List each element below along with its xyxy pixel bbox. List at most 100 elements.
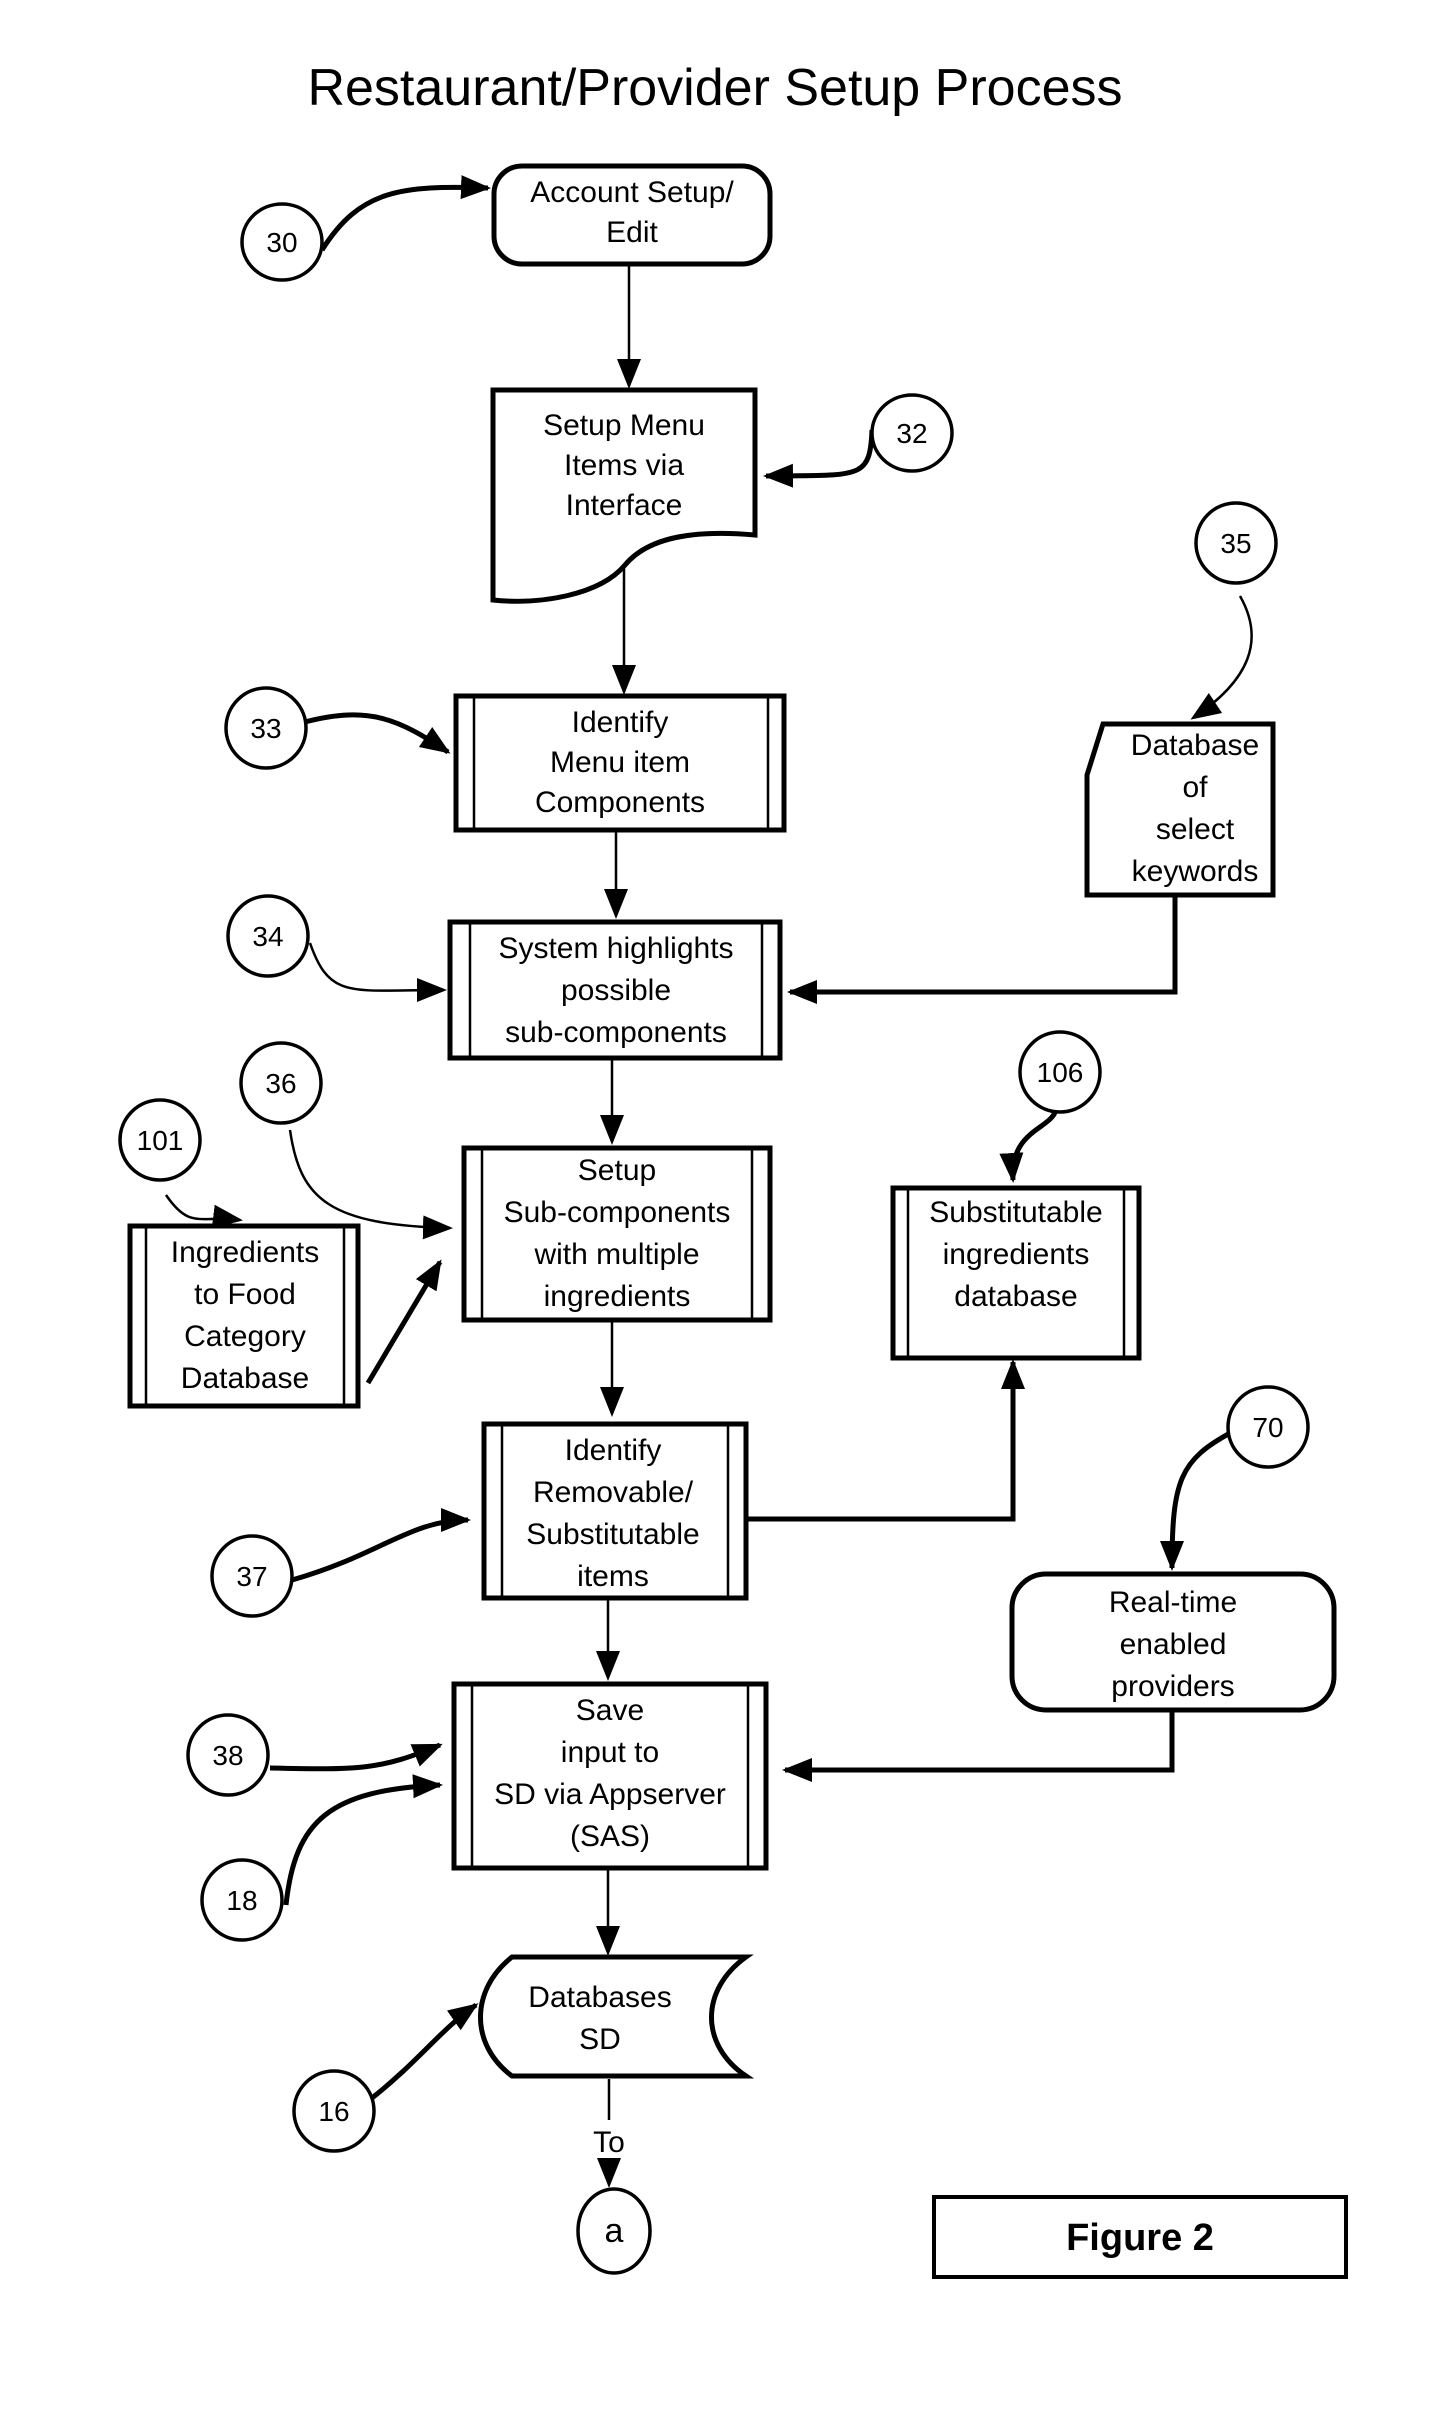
ref-37: 37 (210, 1534, 294, 1618)
ref-16: 16 (292, 2069, 376, 2153)
node-label: items (577, 1560, 649, 1593)
node-label: Database (181, 1362, 309, 1395)
ref-30: 30 (240, 202, 324, 282)
node-label: Substitutable (526, 1518, 699, 1551)
node-label: System highlights (498, 932, 733, 965)
connector-label: a (605, 2212, 624, 2250)
leader-106 (999, 1108, 1059, 1183)
ref-label: 33 (250, 713, 281, 744)
node-identify-removable[interactable]: Identify Removable/ Substitutable items (481, 1421, 749, 1601)
ref-33: 33 (224, 686, 308, 770)
leader-33 (304, 712, 451, 755)
leader-30 (319, 175, 491, 252)
node-realtime-providers[interactable]: Real-time enabled providers (1009, 1571, 1337, 1713)
ref-label: 101 (137, 1125, 184, 1156)
node-label: Real-time (1109, 1586, 1237, 1619)
edge-realtime-to-save (782, 1711, 1175, 1782)
node-keyword-database[interactable]: Database of select keywords (1084, 721, 1276, 898)
node-account-setup[interactable]: Account Setup/ Edit (491, 163, 773, 267)
ref-101: 101 (118, 1098, 202, 1182)
ref-label: 36 (265, 1068, 296, 1099)
node-label: Setup (578, 1154, 656, 1187)
node-label: Category (184, 1320, 306, 1353)
leader-70 (1160, 1429, 1234, 1571)
node-label: with multiple (533, 1238, 699, 1271)
ref-32: 32 (870, 393, 954, 473)
node-label: Removable/ (533, 1476, 694, 1509)
leader-37 (291, 1508, 471, 1583)
node-label: Identify (565, 1434, 662, 1467)
node-label: Setup Menu (543, 409, 705, 442)
page-title: Restaurant/Provider Setup Process (307, 59, 1122, 117)
ref-106: 106 (1018, 1030, 1102, 1114)
node-label: Database (1131, 729, 1259, 762)
ref-36: 36 (239, 1041, 323, 1125)
ref-label: 35 (1220, 528, 1251, 559)
ref-label: 37 (236, 1561, 267, 1592)
node-label: ingredients (943, 1238, 1090, 1271)
node-label: keywords (1132, 855, 1259, 888)
node-setup-menu[interactable]: Setup Menu Items via Interface (490, 387, 758, 604)
node-label: Sub-components (504, 1196, 731, 1229)
edge-ingredients-to-setup (365, 1259, 443, 1385)
ref-label: 18 (226, 1885, 257, 1916)
node-label: Components (535, 786, 705, 819)
node-label: to Food (194, 1278, 296, 1311)
ref-70: 70 (1226, 1385, 1310, 1469)
node-connector-a[interactable]: a (576, 2187, 652, 2275)
node-label: database (954, 1280, 1077, 1313)
leader-35 (1190, 595, 1253, 720)
leader-32 (763, 429, 875, 488)
node-ingredients-database[interactable]: Ingredients to Food Category Database (127, 1223, 361, 1409)
edge-removable-to-substitutable (748, 1359, 1025, 1522)
leader-101 (164, 1194, 243, 1229)
node-label: select (1156, 813, 1235, 846)
ref-label: 32 (896, 418, 927, 449)
flowchart: Restaurant/Provider Setup Process To Acc… (118, 59, 1348, 2279)
ref-34: 34 (226, 894, 310, 978)
ref-label: 34 (252, 921, 283, 952)
node-label: Identify (572, 706, 669, 739)
leader-18 (283, 1774, 443, 1906)
leader-16 (370, 2002, 479, 2100)
ref-35: 35 (1194, 501, 1278, 585)
node-label: SD via Appserver (494, 1778, 726, 1811)
node-label: Items via (564, 449, 684, 482)
ref-label: 106 (1037, 1057, 1084, 1088)
node-label: Ingredients (171, 1236, 319, 1269)
ref-label: 30 (266, 227, 297, 258)
ref-label: 38 (212, 1740, 243, 1771)
node-label: Substitutable (929, 1196, 1102, 1229)
node-label: Edit (606, 216, 658, 249)
figure-label: Figure 2 (1066, 2217, 1214, 2259)
node-substitutable-database[interactable]: Substitutable ingredients database (890, 1185, 1142, 1361)
node-setup-subcomponents[interactable]: Setup Sub-components with multiple ingre… (461, 1145, 773, 1323)
ref-38: 38 (186, 1713, 270, 1797)
edge-label-to: To (593, 2126, 625, 2159)
node-label: providers (1111, 1670, 1234, 1703)
leader-34 (308, 942, 447, 1003)
node-label: Menu item (550, 746, 690, 779)
node-label: Interface (566, 489, 683, 522)
node-label: possible (561, 974, 671, 1007)
figure-label-box: Figure 2 (932, 2195, 1348, 2279)
node-label: Databases (528, 1981, 671, 2014)
node-save-input[interactable]: Save input to SD via Appserver (SAS) (451, 1681, 769, 1871)
ref-label: 16 (318, 2096, 349, 2127)
node-databases-sd[interactable]: Databases SD (478, 1954, 755, 2079)
node-label: sub-components (505, 1016, 727, 1049)
node-label: SD (579, 2023, 621, 2056)
node-label: (SAS) (570, 1820, 650, 1853)
node-highlight-subcomponents[interactable]: System highlights possible sub-component… (447, 919, 783, 1061)
node-label: Account Setup/ (530, 176, 734, 209)
node-label: of (1182, 771, 1208, 804)
node-label: ingredients (544, 1280, 691, 1313)
node-label: input to (561, 1736, 659, 1769)
ref-label: 70 (1252, 1412, 1283, 1443)
ref-18: 18 (200, 1858, 284, 1942)
leader-36 (288, 1129, 453, 1240)
edge-keyword-to-highlight (787, 897, 1178, 1004)
leader-38 (269, 1742, 443, 1772)
node-label: enabled (1120, 1628, 1227, 1661)
node-identify-components[interactable]: Identify Menu item Components (453, 693, 787, 833)
